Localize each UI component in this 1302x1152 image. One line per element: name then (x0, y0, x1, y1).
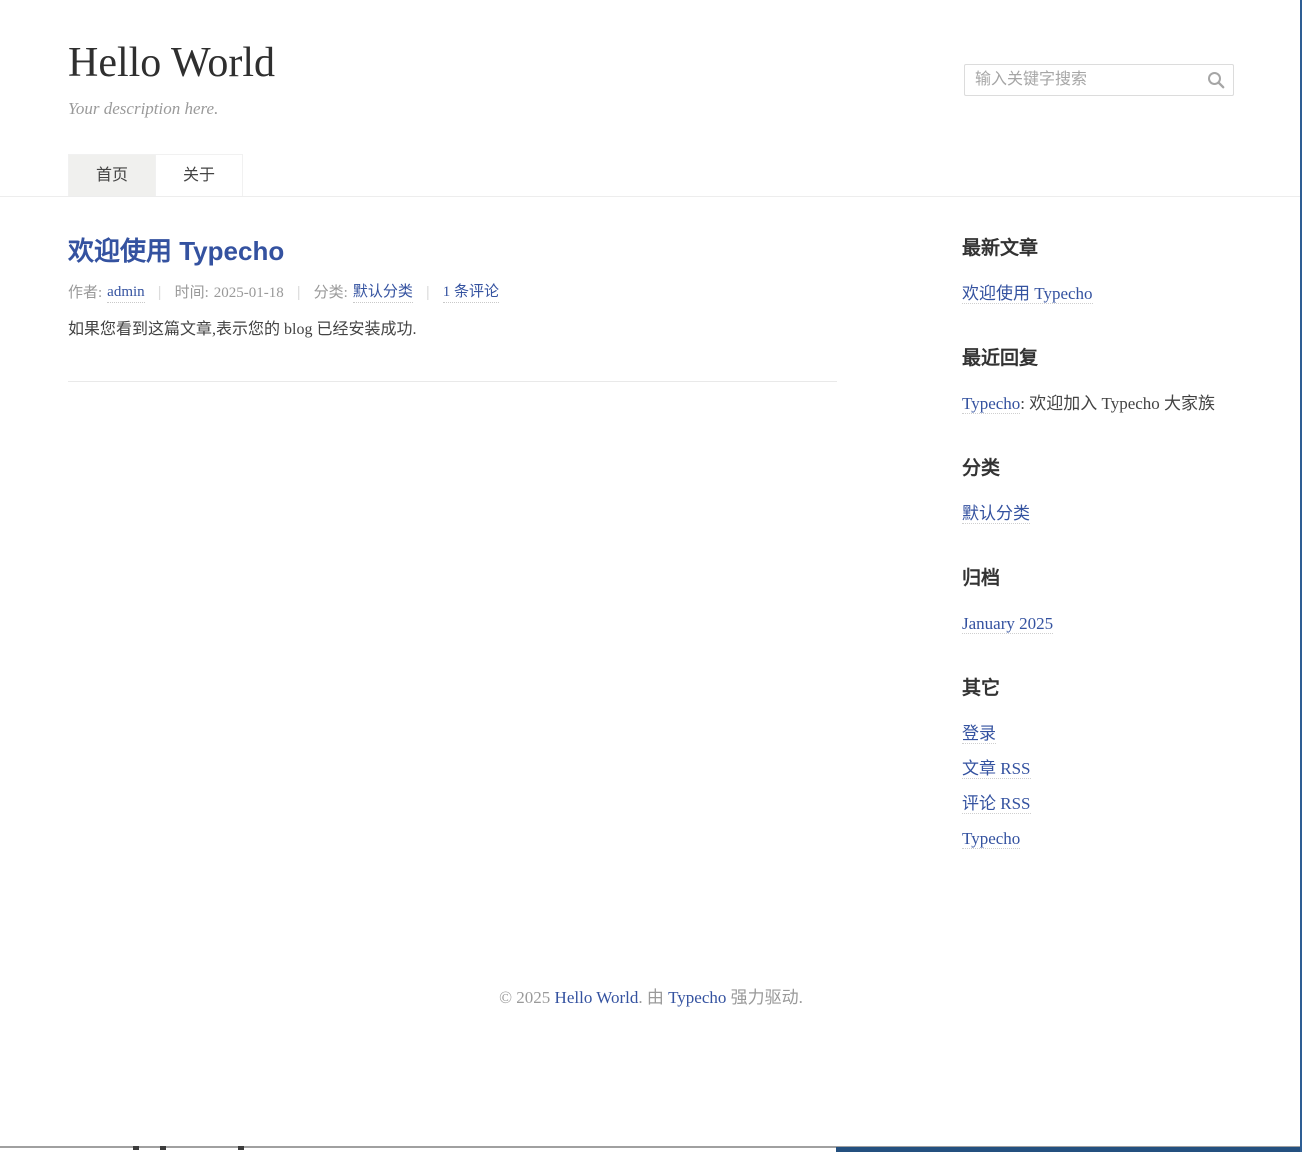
list-item: Typecho: 欢迎加入 Typecho 大家族 (962, 393, 1234, 415)
author-label: 作者: (68, 283, 102, 303)
post-meta: 作者: admin | 时间: 2025-01-18 | 分类: 默认分类 | … (68, 282, 837, 303)
category-link[interactable]: 默认分类 (962, 504, 1030, 524)
content-area: 欢迎使用 Typecho 作者: admin | 时间: 2025-01-18 … (68, 197, 1234, 893)
post: 欢迎使用 Typecho 作者: admin | 时间: 2025-01-18 … (68, 236, 837, 343)
search-icon[interactable] (1206, 70, 1226, 90)
main-column: 欢迎使用 Typecho 作者: admin | 时间: 2025-01-18 … (68, 197, 837, 382)
list-item: 默认分类 (962, 503, 1234, 525)
list-item: 欢迎使用 Typecho (962, 283, 1234, 305)
search-box (964, 64, 1234, 96)
post-divider (68, 381, 837, 382)
list-item: 评论 RSS (962, 793, 1234, 815)
login-link[interactable]: 登录 (962, 724, 996, 744)
typecho-link[interactable]: Typecho (962, 829, 1020, 849)
meta-separator: | (426, 283, 430, 303)
archive-link[interactable]: January 2025 (962, 614, 1053, 634)
sidebar-section-archives: 归档 January 2025 (962, 568, 1234, 635)
recent-post-link[interactable]: 欢迎使用 Typecho (962, 284, 1093, 304)
taskbar-icon-speck (133, 1146, 139, 1150)
sidebar-section-recent-posts: 最新文章 欢迎使用 Typecho (962, 238, 1234, 305)
sidebar-heading: 最近回复 (962, 348, 1234, 369)
meta-separator: | (297, 283, 301, 303)
post-title-link[interactable]: 欢迎使用 Typecho (68, 236, 284, 266)
footer-mid-text: . 由 (638, 988, 664, 1007)
sidebar-heading: 归档 (962, 568, 1234, 589)
footer-site-link[interactable]: Hello World (555, 988, 639, 1007)
list-item: 登录 (962, 723, 1234, 745)
taskbar-icon-speck (160, 1146, 166, 1150)
posts-rss-link[interactable]: 文章 RSS (962, 759, 1031, 779)
list-item: 文章 RSS (962, 758, 1234, 780)
sidebar-heading: 最新文章 (962, 238, 1234, 259)
post-title: 欢迎使用 Typecho (68, 236, 837, 266)
meta-separator: | (158, 283, 162, 303)
sidebar-section-recent-comments: 最近回复 Typecho: 欢迎加入 Typecho 大家族 (962, 348, 1234, 415)
site-header: Hello World Your description here. 首页 关于 (0, 0, 1302, 197)
recent-comment-excerpt: : 欢迎加入 Typecho 大家族 (1020, 394, 1215, 413)
nav-tab-about[interactable]: 关于 (155, 154, 243, 196)
site-description: Your description here. (68, 98, 1234, 120)
comments-link[interactable]: 1 条评论 (443, 282, 499, 303)
list-item: January 2025 (962, 613, 1234, 635)
sidebar-heading: 其它 (962, 678, 1234, 699)
copyright-text: © 2025 (499, 988, 550, 1007)
sidebar-section-misc: 其它 登录 文章 RSS 评论 RSS Typecho (962, 678, 1234, 850)
sidebar: 最新文章 欢迎使用 Typecho 最近回复 Typecho: 欢迎加入 Typ… (962, 197, 1234, 893)
footer-suffix-text: 强力驱动. (731, 988, 803, 1007)
site-footer: © 2025 Hello World. 由 Typecho 强力驱动. (68, 893, 1234, 1008)
list-item: Typecho (962, 828, 1234, 850)
taskbar-highlight-bar (836, 1147, 1302, 1152)
footer-engine-link[interactable]: Typecho (668, 988, 726, 1007)
post-date: 2025-01-18 (214, 283, 284, 303)
post-body: 如果您看到这篇文章,表示您的 blog 已经安装成功. (68, 317, 837, 343)
taskbar-icon-speck (238, 1146, 244, 1150)
category-label: 分类: (314, 283, 348, 303)
comments-rss-link[interactable]: 评论 RSS (962, 794, 1031, 814)
sidebar-section-categories: 分类 默认分类 (962, 458, 1234, 525)
time-label: 时间: (175, 283, 209, 303)
search-input[interactable] (964, 64, 1234, 96)
main-nav: 首页 关于 (68, 154, 1234, 196)
sidebar-heading: 分类 (962, 458, 1234, 479)
author-link[interactable]: admin (107, 282, 145, 303)
category-link[interactable]: 默认分类 (353, 282, 413, 303)
nav-tab-home[interactable]: 首页 (68, 154, 156, 196)
recent-comment-author-link[interactable]: Typecho (962, 394, 1020, 414)
